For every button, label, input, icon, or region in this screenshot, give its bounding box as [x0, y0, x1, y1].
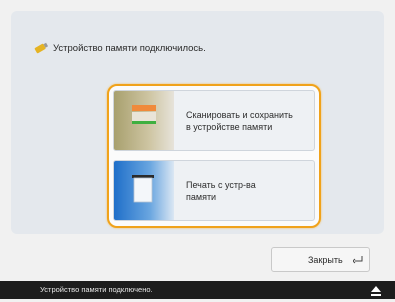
close-button-label: Закрыть [308, 255, 343, 265]
status-bar: Устройство памяти подключено. [0, 281, 395, 299]
scan-to-memory-icon [114, 91, 174, 150]
scan-and-save-label: Сканировать и сохранить в устройстве пам… [186, 109, 293, 132]
eject-icon[interactable] [369, 284, 383, 296]
close-button[interactable]: Закрыть [271, 247, 370, 272]
status-text: Устройство памяти подключено. [40, 285, 153, 294]
message-row: Устройство памяти подключилось. [33, 40, 206, 56]
enter-arrow-icon [352, 256, 363, 266]
memory-device-dialog: Устройство памяти подключилось. Сканиров… [11, 11, 384, 234]
connected-message: Устройство памяти подключилось. [53, 42, 206, 54]
print-from-memory-icon [114, 161, 174, 220]
options-group: Сканировать и сохранить в устройстве пам… [107, 84, 321, 228]
print-from-memory-label: Печать с устр-ва памяти [186, 179, 256, 202]
usb-memory-icon [33, 41, 49, 55]
print-from-memory-button[interactable]: Печать с устр-ва памяти [113, 160, 315, 221]
scan-and-save-to-memory-button[interactable]: Сканировать и сохранить в устройстве пам… [113, 90, 315, 151]
